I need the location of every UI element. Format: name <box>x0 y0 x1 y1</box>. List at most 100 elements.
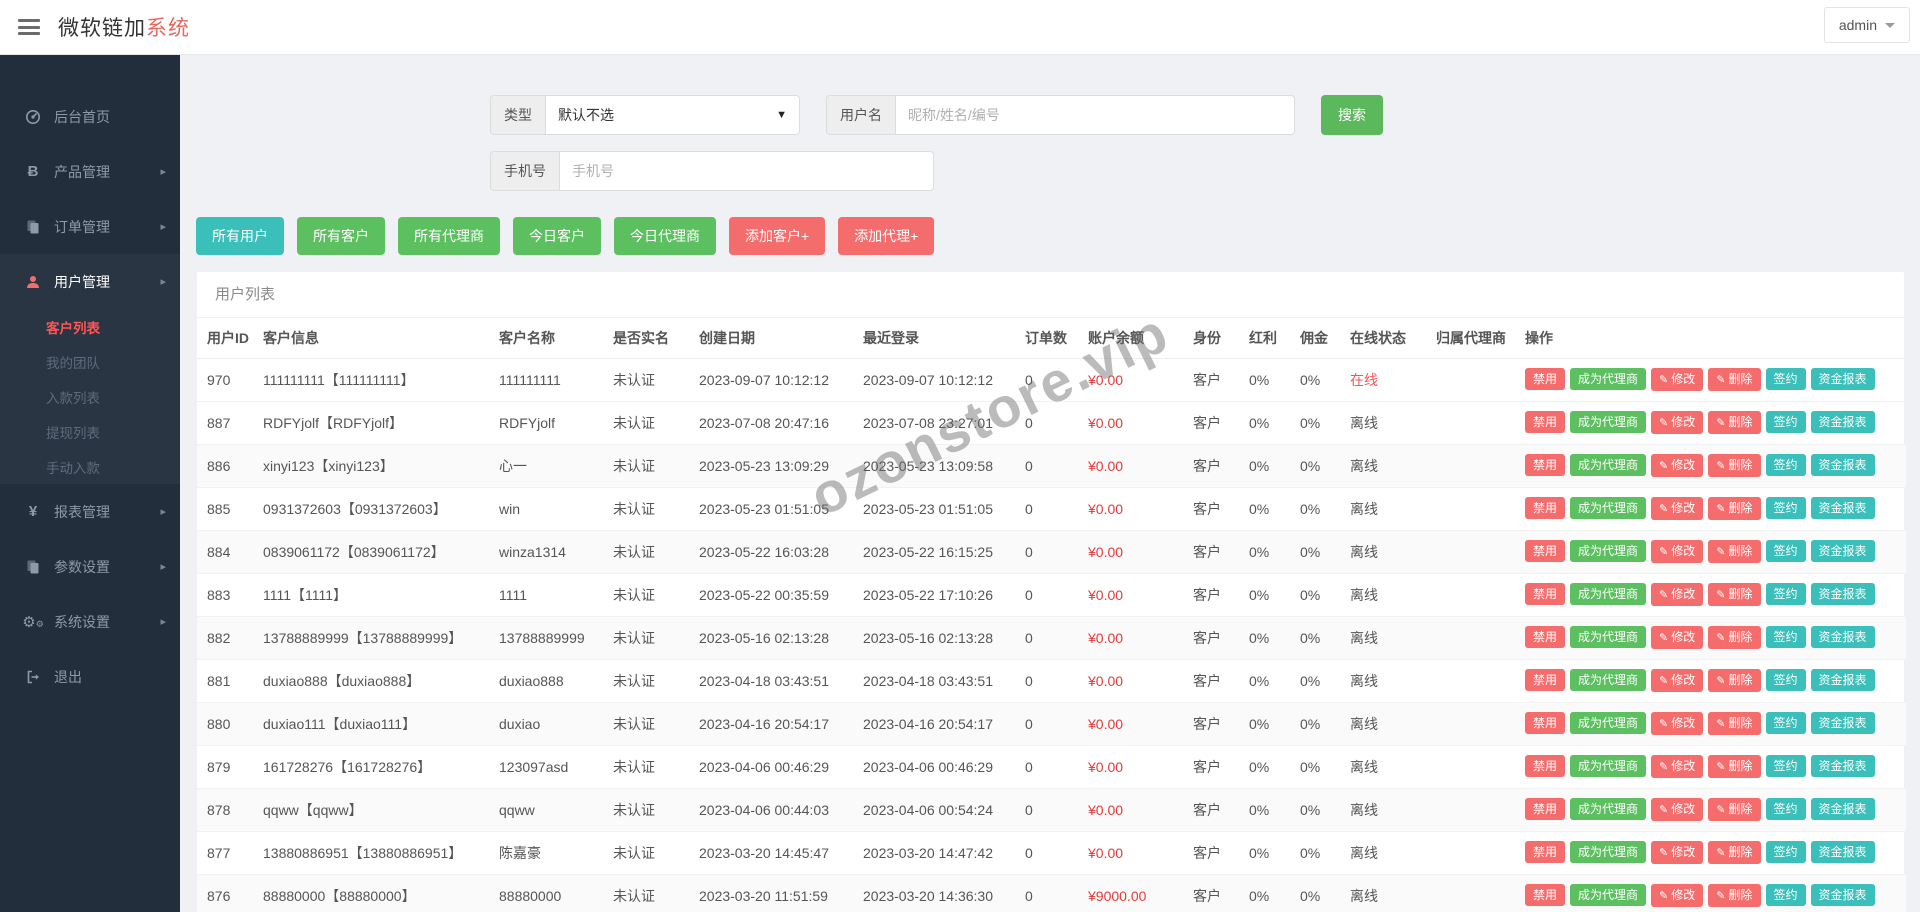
delete-button[interactable]: ✎ 删除 <box>1708 539 1761 564</box>
sidebar-item[interactable]: 退出 <box>0 649 180 704</box>
disable-button[interactable]: 禁用 <box>1525 883 1566 907</box>
make-agent-button[interactable]: 成为代理商 <box>1570 539 1647 563</box>
sign-button[interactable]: 签约 <box>1765 496 1806 520</box>
fund-report-button[interactable]: 资金报表 <box>1810 625 1875 649</box>
edit-button[interactable]: ✎ 修改 <box>1651 754 1704 779</box>
fund-report-button[interactable]: 资金报表 <box>1810 539 1875 563</box>
edit-button[interactable]: ✎ 修改 <box>1651 496 1704 521</box>
make-agent-button[interactable]: 成为代理商 <box>1570 711 1647 735</box>
sidebar-item[interactable]: 订单管理 ▸ <box>0 199 180 254</box>
make-agent-button[interactable]: 成为代理商 <box>1570 754 1647 778</box>
sidebar-item[interactable]: 后台首页 <box>0 89 180 144</box>
toolbar-button[interactable]: 添加客户+ <box>729 217 826 255</box>
sidebar-subitem[interactable]: 客户列表 <box>0 309 180 344</box>
disable-button[interactable]: 禁用 <box>1525 410 1566 434</box>
disable-button[interactable]: 禁用 <box>1525 668 1566 692</box>
edit-button[interactable]: ✎ 修改 <box>1651 453 1704 478</box>
fund-report-button[interactable]: 资金报表 <box>1810 496 1875 520</box>
edit-button[interactable]: ✎ 修改 <box>1651 410 1704 435</box>
sidebar-subitem[interactable]: 提现列表 <box>0 414 180 449</box>
make-agent-button[interactable]: 成为代理商 <box>1570 410 1647 434</box>
delete-button[interactable]: ✎ 删除 <box>1708 883 1761 908</box>
fund-report-button[interactable]: 资金报表 <box>1810 754 1875 778</box>
sign-button[interactable]: 签约 <box>1765 668 1806 692</box>
sidebar-item[interactable]: 参数设置 ▸ <box>0 539 180 594</box>
delete-button[interactable]: ✎ 删除 <box>1708 582 1761 607</box>
sign-button[interactable]: 签约 <box>1765 754 1806 778</box>
disable-button[interactable]: 禁用 <box>1525 453 1566 477</box>
make-agent-button[interactable]: 成为代理商 <box>1570 367 1647 391</box>
sign-button[interactable]: 签约 <box>1765 840 1806 864</box>
sidebar-item[interactable]: Ƀ 产品管理 ▸ <box>0 144 180 199</box>
delete-button[interactable]: ✎ 删除 <box>1708 410 1761 435</box>
disable-button[interactable]: 禁用 <box>1525 496 1566 520</box>
delete-button[interactable]: ✎ 删除 <box>1708 496 1761 521</box>
sign-button[interactable]: 签约 <box>1765 453 1806 477</box>
fund-report-button[interactable]: 资金报表 <box>1810 840 1875 864</box>
make-agent-button[interactable]: 成为代理商 <box>1570 797 1647 821</box>
edit-button[interactable]: ✎ 修改 <box>1651 367 1704 392</box>
make-agent-button[interactable]: 成为代理商 <box>1570 668 1647 692</box>
fund-report-button[interactable]: 资金报表 <box>1810 711 1875 735</box>
delete-button[interactable]: ✎ 删除 <box>1708 453 1761 478</box>
make-agent-button[interactable]: 成为代理商 <box>1570 625 1647 649</box>
make-agent-button[interactable]: 成为代理商 <box>1570 582 1647 606</box>
fund-report-button[interactable]: 资金报表 <box>1810 453 1875 477</box>
toolbar-button[interactable]: 今日代理商 <box>614 217 716 255</box>
disable-button[interactable]: 禁用 <box>1525 582 1566 606</box>
toolbar-button[interactable]: 所有用户 <box>196 217 284 255</box>
sign-button[interactable]: 签约 <box>1765 582 1806 606</box>
make-agent-button[interactable]: 成为代理商 <box>1570 496 1647 520</box>
toolbar-button[interactable]: 今日客户 <box>513 217 601 255</box>
sign-button[interactable]: 签约 <box>1765 883 1806 907</box>
sidebar-item[interactable]: 用户管理 ▸ <box>0 254 180 309</box>
delete-button[interactable]: ✎ 删除 <box>1708 625 1761 650</box>
disable-button[interactable]: 禁用 <box>1525 539 1566 563</box>
phone-input[interactable] <box>559 151 934 191</box>
fund-report-button[interactable]: 资金报表 <box>1810 582 1875 606</box>
disable-button[interactable]: 禁用 <box>1525 797 1566 821</box>
delete-button[interactable]: ✎ 删除 <box>1708 668 1761 693</box>
delete-button[interactable]: ✎ 删除 <box>1708 367 1761 392</box>
edit-button[interactable]: ✎ 修改 <box>1651 840 1704 865</box>
delete-button[interactable]: ✎ 删除 <box>1708 711 1761 736</box>
edit-button[interactable]: ✎ 修改 <box>1651 797 1704 822</box>
sign-button[interactable]: 签约 <box>1765 367 1806 391</box>
hamburger-menu-icon[interactable] <box>18 19 40 35</box>
sidebar-item[interactable]: ¥ 报表管理 ▸ <box>0 484 180 539</box>
username-input[interactable] <box>895 95 1295 135</box>
sign-button[interactable]: 签约 <box>1765 410 1806 434</box>
fund-report-button[interactable]: 资金报表 <box>1810 668 1875 692</box>
sidebar-subitem[interactable]: 入款列表 <box>0 379 180 414</box>
disable-button[interactable]: 禁用 <box>1525 711 1566 735</box>
disable-button[interactable]: 禁用 <box>1525 840 1566 864</box>
edit-button[interactable]: ✎ 修改 <box>1651 711 1704 736</box>
edit-button[interactable]: ✎ 修改 <box>1651 625 1704 650</box>
sign-button[interactable]: 签约 <box>1765 539 1806 563</box>
fund-report-button[interactable]: 资金报表 <box>1810 410 1875 434</box>
fund-report-button[interactable]: 资金报表 <box>1810 797 1875 821</box>
user-dropdown[interactable]: admin <box>1823 7 1910 43</box>
fund-report-button[interactable]: 资金报表 <box>1810 367 1875 391</box>
sidebar-subitem[interactable]: 我的团队 <box>0 344 180 379</box>
sign-button[interactable]: 签约 <box>1765 625 1806 649</box>
edit-button[interactable]: ✎ 修改 <box>1651 539 1704 564</box>
make-agent-button[interactable]: 成为代理商 <box>1570 840 1647 864</box>
disable-button[interactable]: 禁用 <box>1525 367 1566 391</box>
toolbar-button[interactable]: 添加代理+ <box>838 217 935 255</box>
make-agent-button[interactable]: 成为代理商 <box>1570 883 1647 907</box>
disable-button[interactable]: 禁用 <box>1525 625 1566 649</box>
delete-button[interactable]: ✎ 删除 <box>1708 754 1761 779</box>
toolbar-button[interactable]: 所有代理商 <box>398 217 500 255</box>
sidebar-subitem[interactable]: 手动入款 <box>0 449 180 484</box>
toolbar-button[interactable]: 所有客户 <box>297 217 385 255</box>
type-select[interactable]: 默认不选 ▼ <box>545 95 800 135</box>
search-button[interactable]: 搜索 <box>1321 95 1383 135</box>
delete-button[interactable]: ✎ 删除 <box>1708 797 1761 822</box>
sidebar-item[interactable]: ⚙⚙ 系统设置 ▸ <box>0 594 180 649</box>
sign-button[interactable]: 签约 <box>1765 711 1806 735</box>
fund-report-button[interactable]: 资金报表 <box>1810 883 1875 907</box>
edit-button[interactable]: ✎ 修改 <box>1651 883 1704 908</box>
edit-button[interactable]: ✎ 修改 <box>1651 582 1704 607</box>
sign-button[interactable]: 签约 <box>1765 797 1806 821</box>
